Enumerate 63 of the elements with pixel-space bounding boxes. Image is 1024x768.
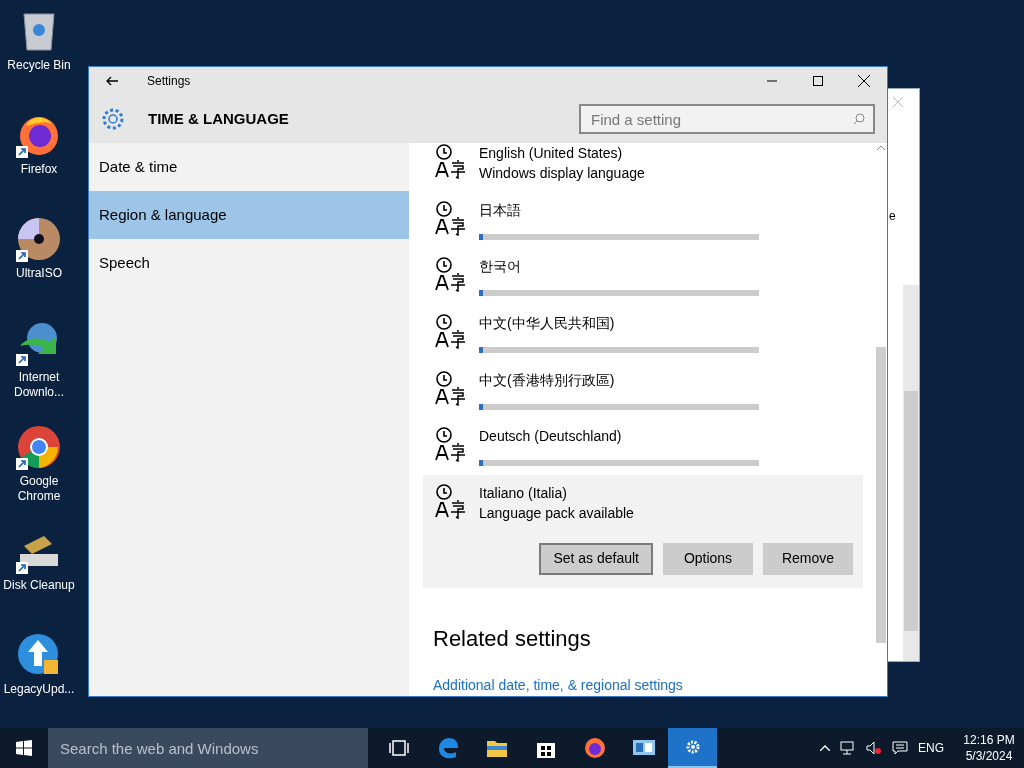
language-icon [433,369,467,406]
language-name: 中文(中华人民共和国) [479,313,616,333]
close-icon [858,75,870,87]
language-item[interactable]: 日本語 [423,191,863,249]
maximize-icon [813,76,823,86]
scroll-up-icon[interactable] [877,145,885,150]
windows-logo-icon [16,740,32,756]
language-icon [433,312,467,349]
language-item[interactable]: 中文(香港特別行政區) [423,361,863,419]
input-language[interactable]: ENG [918,739,944,757]
task-view-icon [388,738,409,758]
firefox-icon [582,736,607,760]
desktop-icon-label[interactable]: Disk Cleanup [0,578,78,593]
language-name: 한국어 [479,257,522,277]
language-name: Deutsch (Deutschland) [479,427,623,447]
search-icon [853,113,865,125]
language-icon [433,143,467,179]
search-field[interactable]: Find a setting [579,104,875,134]
language-action-button[interactable]: Set as default [539,542,653,575]
desktop-icon-label[interactable]: Internet Downlo... [0,370,78,400]
language-status: Windows display language [479,164,645,183]
notification-icon[interactable] [892,740,908,756]
chevron-up-icon[interactable] [820,745,830,751]
window-title: Settings [147,73,192,90]
language-action-button[interactable]: Options [663,542,753,575]
language-name: English (United States) [479,144,624,163]
section-heading: Related settings [433,625,592,653]
sidebar-item[interactable]: Region & language [89,191,409,239]
desktop-icon-label[interactable]: UltraISO [0,266,78,281]
desktop-icon-label[interactable]: Recycle Bin [0,58,78,73]
language-item[interactable]: 한국어 [423,248,863,305]
chrome-icon [16,424,62,470]
language-icon [433,426,467,463]
desktop-icon-label[interactable]: Google Chrome [0,474,78,504]
language-item[interactable]: 中文(中华人民共和国) [423,304,863,362]
language-name: Italiano (Italia) [479,483,568,503]
network-icon[interactable] [840,740,856,756]
language-item[interactable]: Deutsch (Deutschland) [423,418,863,475]
language-icon [433,199,467,236]
sidebar-item[interactable]: Speech [89,239,409,287]
back-arrow-icon [106,76,118,86]
language-item[interactable]: English (United States) Windows display language [423,143,863,192]
scrollbar[interactable] [903,285,919,661]
muted-speaker-icon[interactable] [866,740,882,756]
language-item[interactable]: Italiano (Italia) Language pack available Set as default Options Remove [423,474,863,588]
sidebar-item[interactable]: Date & time [89,143,409,191]
desktop-icon-label[interactable]: LegacyUpd... [0,682,78,697]
language-status: Language pack available [479,503,634,523]
regional-settings-link[interactable]: Additional date, time, & regional settings [433,675,863,696]
section-title: TIME & LANGUAGE [148,108,290,129]
taskbar-search-field[interactable]: Search the web and Windows [48,728,368,768]
language-name: 日本語 [479,200,522,220]
language-action-button[interactable]: Remove [763,542,853,575]
language-icon [433,256,467,293]
language-icon [433,482,467,519]
gear-icon [100,106,126,132]
desktop-icon-label[interactable]: Firefox [0,162,78,177]
clock[interactable]: 12:16 PM 5/3/2024 [954,732,1024,764]
language-name: 中文(香港特別行政區) [479,370,616,390]
gear-icon [684,739,701,755]
minimize-icon [767,80,777,82]
window-text: e [889,208,897,225]
disc-icon [16,216,62,262]
